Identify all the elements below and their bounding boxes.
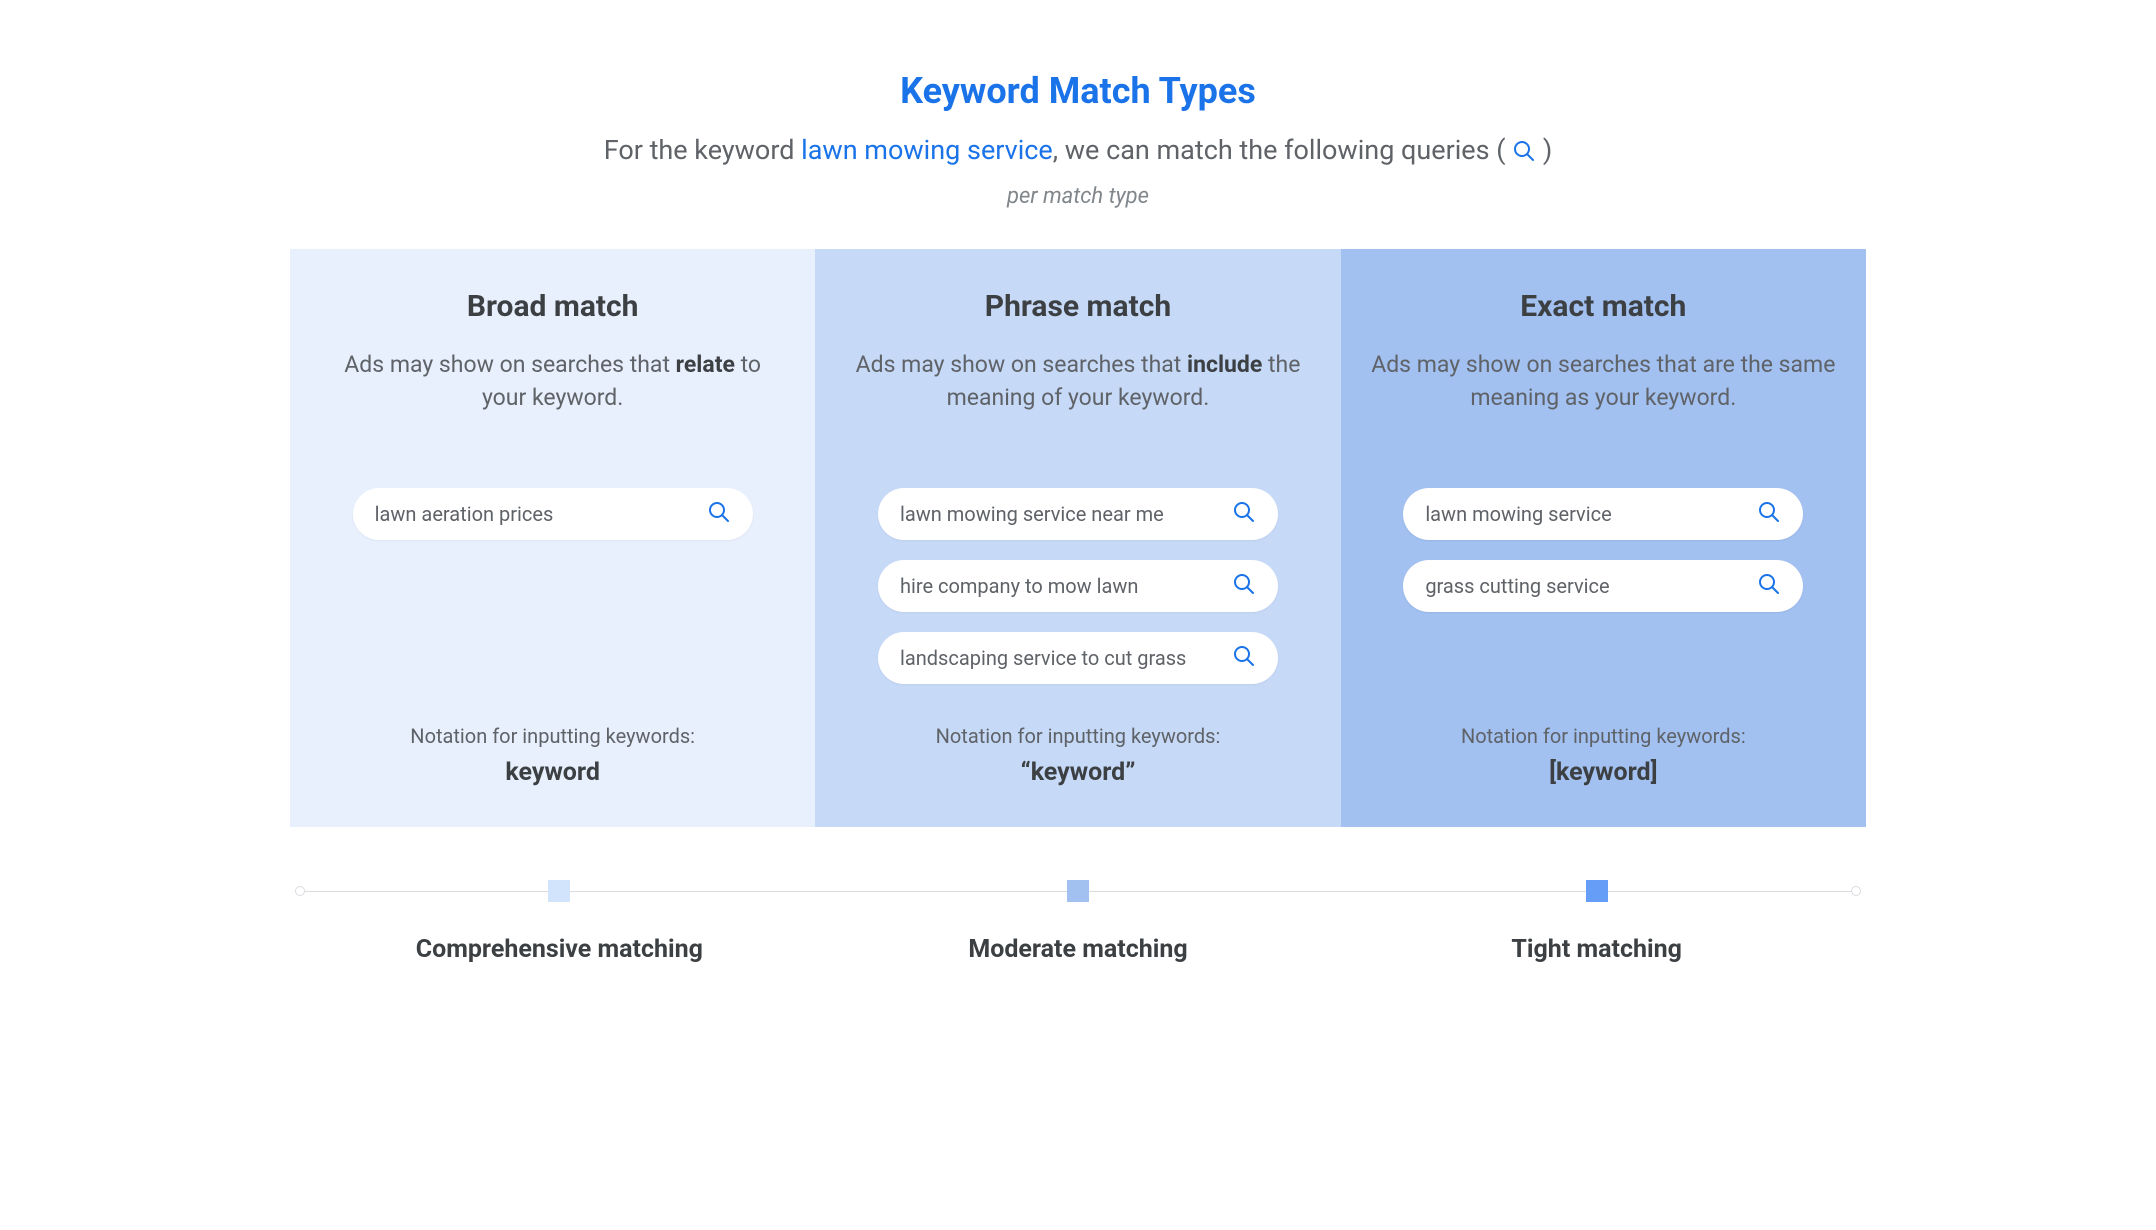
phrase-match-description: Ads may show on searches that include th… bbox=[845, 348, 1310, 448]
phrase-notation-value: “keyword” bbox=[845, 758, 1310, 787]
query-pill: grass cutting service bbox=[1403, 560, 1803, 612]
match-scale bbox=[300, 877, 1856, 905]
magnifier-icon bbox=[707, 500, 731, 528]
query-pill: hire company to mow lawn bbox=[878, 560, 1278, 612]
exact-notation-value: [keyword] bbox=[1371, 758, 1836, 787]
subtitle-suffix: , we can match the following queries ( bbox=[1053, 134, 1512, 166]
broad-match-title: Broad match bbox=[320, 289, 785, 324]
scale-label-comprehensive: Comprehensive matching bbox=[300, 935, 819, 964]
query-pill: lawn mowing service near me bbox=[878, 488, 1278, 540]
column-broad-match: Broad match Ads may show on searches tha… bbox=[290, 249, 815, 827]
query-text: lawn mowing service bbox=[1425, 502, 1611, 526]
broad-notation-value: keyword bbox=[320, 758, 785, 787]
magnifier-icon bbox=[1232, 500, 1256, 528]
scale-endpoint-left bbox=[295, 886, 305, 896]
query-text: lawn aeration prices bbox=[375, 502, 554, 526]
exact-notation-label: Notation for inputting keywords: bbox=[1371, 724, 1836, 748]
phrase-queries-list: lawn mowing service near me hire company… bbox=[845, 488, 1310, 684]
magnifier-icon bbox=[1232, 572, 1256, 600]
broad-match-description: Ads may show on searches that relate to … bbox=[320, 348, 785, 448]
exact-match-description: Ads may show on searches that are the sa… bbox=[1371, 348, 1836, 448]
magnifier-icon bbox=[1232, 644, 1256, 672]
broad-notation-label: Notation for inputting keywords: bbox=[320, 724, 785, 748]
magnifier-icon bbox=[1757, 500, 1781, 528]
subtitle-keyword: lawn mowing service bbox=[801, 134, 1053, 166]
subtitle-close: ) bbox=[1536, 134, 1552, 166]
query-text: landscaping service to cut grass bbox=[900, 646, 1186, 670]
query-pill: lawn mowing service bbox=[1403, 488, 1803, 540]
column-phrase-match: Phrase match Ads may show on searches th… bbox=[815, 249, 1340, 827]
scale-marker-comprehensive bbox=[548, 880, 570, 902]
subtitle: For the keyword lawn mowing service, we … bbox=[290, 134, 1866, 170]
query-pill: lawn aeration prices bbox=[353, 488, 753, 540]
column-exact-match: Exact match Ads may show on searches tha… bbox=[1341, 249, 1866, 827]
scale-labels: Comprehensive matching Moderate matching… bbox=[300, 935, 1856, 964]
header: Keyword Match Types For the keyword lawn… bbox=[290, 70, 1866, 209]
exact-match-title: Exact match bbox=[1371, 289, 1836, 324]
scale-label-tight: Tight matching bbox=[1337, 935, 1856, 964]
phrase-match-title: Phrase match bbox=[845, 289, 1310, 324]
scale-marker-moderate bbox=[1067, 880, 1089, 902]
phrase-notation-label: Notation for inputting keywords: bbox=[845, 724, 1310, 748]
query-pill: landscaping service to cut grass bbox=[878, 632, 1278, 684]
match-types-container: Broad match Ads may show on searches tha… bbox=[290, 249, 1866, 827]
query-text: lawn mowing service near me bbox=[900, 502, 1164, 526]
scale-label-moderate: Moderate matching bbox=[819, 935, 1338, 964]
broad-queries-list: lawn aeration prices bbox=[320, 488, 785, 684]
subtitle-prefix: For the keyword bbox=[604, 134, 801, 166]
exact-queries-list: lawn mowing service grass cutting servic… bbox=[1371, 488, 1836, 684]
query-text: hire company to mow lawn bbox=[900, 574, 1139, 598]
page-title: Keyword Match Types bbox=[290, 70, 1866, 112]
query-text: grass cutting service bbox=[1425, 574, 1609, 598]
magnifier-icon bbox=[1512, 138, 1536, 170]
magnifier-icon bbox=[1757, 572, 1781, 600]
scale-endpoint-right bbox=[1851, 886, 1861, 896]
subtitle-per-type: per match type bbox=[290, 184, 1866, 209]
scale-marker-tight bbox=[1586, 880, 1608, 902]
